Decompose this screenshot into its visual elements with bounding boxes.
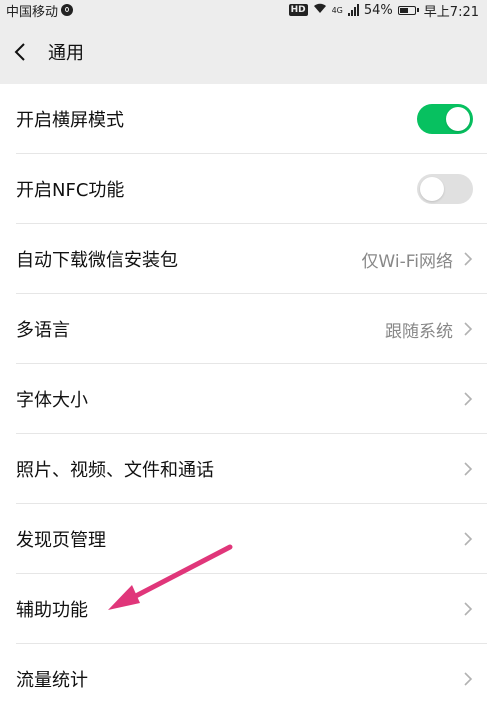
settings-row-right — [463, 391, 473, 407]
settings-row-right: 跟随系统 — [385, 317, 473, 342]
status-time: 早上7:21 — [423, 4, 479, 20]
chevron-right-icon — [463, 601, 473, 617]
settings-row[interactable]: 开启NFC功能 — [0, 154, 487, 224]
settings-row[interactable]: 流量统计 — [0, 644, 487, 714]
settings-row-label: 字体大小 — [16, 390, 88, 411]
settings-row-label: 多语言 — [16, 320, 70, 341]
settings-row-value: 仅Wi-Fi网络 — [361, 251, 453, 272]
settings-row-label: 辅助功能 — [16, 600, 88, 621]
settings-row-right — [463, 531, 473, 547]
settings-row[interactable]: 自动下载微信安装包 仅Wi-Fi网络 — [0, 224, 487, 294]
status-left: 中国移动 — [6, 1, 74, 20]
settings-row[interactable]: 开启横屏模式 — [0, 84, 487, 154]
back-icon[interactable] — [14, 42, 34, 62]
settings-row[interactable]: 发现页管理 — [0, 504, 487, 574]
carrier-logo-icon — [61, 4, 74, 16]
settings-row[interactable]: 多语言 跟随系统 — [0, 294, 487, 364]
settings-row-right — [463, 671, 473, 687]
toggle-switch[interactable] — [417, 174, 473, 204]
page-title: 通用 — [48, 43, 84, 64]
settings-row-right: 仅Wi-Fi网络 — [361, 247, 473, 272]
toggle-knob — [446, 107, 470, 131]
signal-icon — [347, 4, 359, 16]
settings-row-label: 开启NFC功能 — [16, 180, 125, 201]
chevron-right-icon — [463, 251, 473, 267]
chevron-right-icon — [463, 671, 473, 687]
settings-row[interactable]: 照片、视频、文件和通话 — [0, 434, 487, 504]
settings-row-label: 自动下载微信安装包 — [16, 250, 178, 271]
header: 通用 — [0, 20, 487, 84]
toggle-knob — [420, 177, 444, 201]
chevron-right-icon — [463, 321, 473, 337]
status-right: HD 4G 54% 早上7:21 — [288, 1, 479, 20]
settings-row-label: 开启横屏模式 — [16, 110, 124, 131]
settings-row-right — [463, 601, 473, 617]
settings-list: 开启横屏模式 开启NFC功能自动下载微信安装包 仅Wi-Fi网络多语言 跟随系统字体大… — [0, 84, 487, 714]
settings-row-right — [463, 461, 473, 477]
hd-badge: HD — [288, 4, 308, 16]
settings-row-label: 流量统计 — [16, 670, 88, 691]
toggle-switch[interactable] — [417, 104, 473, 134]
carrier-name: 中国移动 — [6, 4, 59, 20]
status-bar: 中国移动 HD 4G 54% 早上7:21 — [0, 0, 487, 20]
settings-row-label: 照片、视频、文件和通话 — [16, 460, 214, 481]
battery-icon — [397, 5, 419, 15]
chevron-right-icon — [463, 531, 473, 547]
settings-row-value: 跟随系统 — [385, 321, 453, 342]
wifi-icon — [313, 2, 327, 18]
battery-percent: 54% — [363, 2, 393, 18]
network-type: 4G — [331, 5, 343, 15]
settings-row[interactable]: 字体大小 — [0, 364, 487, 434]
chevron-right-icon — [463, 461, 473, 477]
settings-row-label: 发现页管理 — [16, 530, 106, 551]
chevron-right-icon — [463, 391, 473, 407]
settings-row[interactable]: 辅助功能 — [0, 574, 487, 644]
